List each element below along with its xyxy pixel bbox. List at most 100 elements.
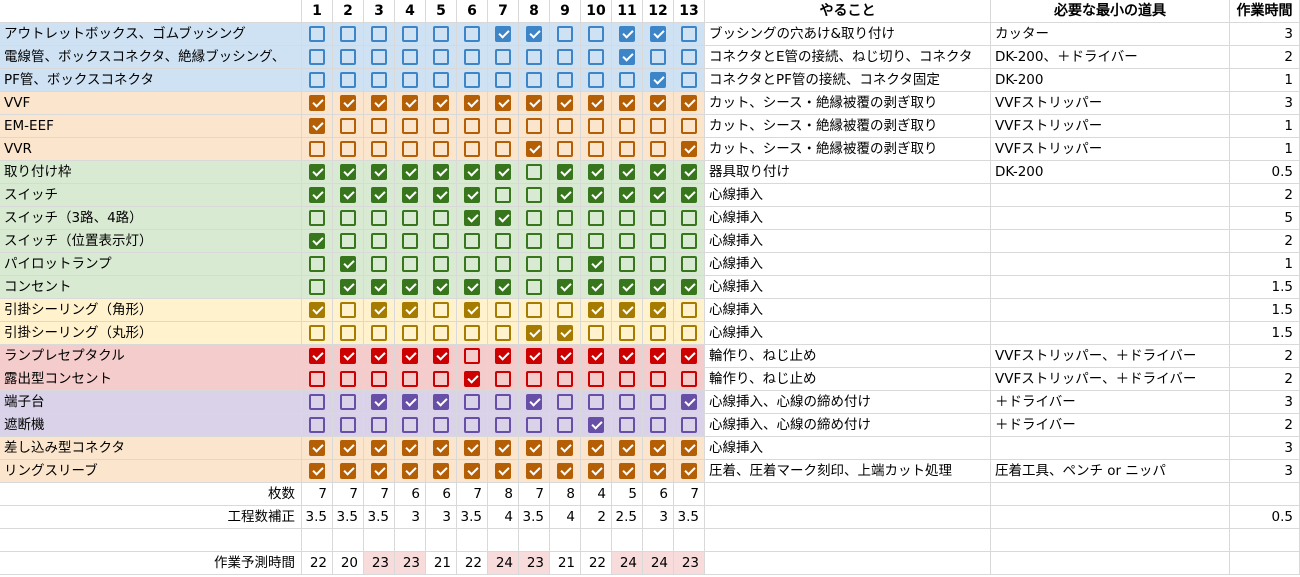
checkbox-cell[interactable] bbox=[333, 322, 364, 345]
checked-checkbox[interactable] bbox=[588, 95, 604, 111]
checkbox-cell[interactable] bbox=[488, 161, 519, 184]
unchecked-checkbox[interactable] bbox=[526, 118, 542, 134]
unchecked-checkbox[interactable] bbox=[340, 26, 356, 42]
checkbox-cell[interactable] bbox=[581, 368, 612, 391]
checkbox-cell[interactable] bbox=[457, 299, 488, 322]
checkbox-cell[interactable] bbox=[612, 391, 643, 414]
blank-row-empty[interactable] bbox=[333, 529, 364, 552]
estimate-row-value[interactable]: 22 bbox=[302, 552, 333, 575]
checkbox-cell[interactable] bbox=[426, 92, 457, 115]
checkbox-cell[interactable] bbox=[519, 184, 550, 207]
row-tool[interactable] bbox=[991, 276, 1230, 299]
proc-row-value[interactable]: 3 bbox=[395, 506, 426, 529]
estimate-row-value[interactable]: 24 bbox=[488, 552, 519, 575]
unchecked-checkbox[interactable] bbox=[340, 210, 356, 226]
checkbox-cell[interactable] bbox=[395, 230, 426, 253]
unchecked-checkbox[interactable] bbox=[433, 233, 449, 249]
checkbox-cell[interactable] bbox=[457, 368, 488, 391]
checkbox-cell[interactable] bbox=[457, 391, 488, 414]
unchecked-checkbox[interactable] bbox=[309, 210, 325, 226]
checked-checkbox[interactable] bbox=[402, 463, 418, 479]
checkbox-cell[interactable] bbox=[550, 253, 581, 276]
checked-checkbox[interactable] bbox=[464, 440, 480, 456]
proc-row-value[interactable]: 3.5 bbox=[333, 506, 364, 529]
checkbox-cell[interactable] bbox=[612, 437, 643, 460]
unchecked-checkbox[interactable] bbox=[340, 49, 356, 65]
col-header-8[interactable]: 8 bbox=[519, 0, 550, 23]
checked-checkbox[interactable] bbox=[495, 164, 511, 180]
unchecked-checkbox[interactable] bbox=[681, 26, 697, 42]
row-time[interactable]: 2 bbox=[1230, 230, 1300, 253]
row-label[interactable]: 電線管、ボックスコネクタ、絶縁ブッシング、 bbox=[0, 46, 302, 69]
checked-checkbox[interactable] bbox=[681, 164, 697, 180]
checkbox-cell[interactable] bbox=[550, 92, 581, 115]
unchecked-checkbox[interactable] bbox=[681, 325, 697, 341]
unchecked-checkbox[interactable] bbox=[650, 118, 666, 134]
checkbox-cell[interactable] bbox=[364, 460, 395, 483]
checkbox-cell[interactable] bbox=[612, 368, 643, 391]
blank-row-time[interactable] bbox=[1230, 529, 1300, 552]
checkbox-cell[interactable] bbox=[302, 460, 333, 483]
unchecked-checkbox[interactable] bbox=[371, 118, 387, 134]
checked-checkbox[interactable] bbox=[402, 348, 418, 364]
unchecked-checkbox[interactable] bbox=[526, 187, 542, 203]
checkbox-cell[interactable] bbox=[581, 138, 612, 161]
row-task[interactable]: 輪作り、ねじ止め bbox=[705, 345, 991, 368]
checkbox-cell[interactable] bbox=[612, 92, 643, 115]
unchecked-checkbox[interactable] bbox=[557, 49, 573, 65]
checked-checkbox[interactable] bbox=[681, 187, 697, 203]
unchecked-checkbox[interactable] bbox=[588, 210, 604, 226]
checkbox-cell[interactable] bbox=[302, 322, 333, 345]
unchecked-checkbox[interactable] bbox=[402, 49, 418, 65]
count-row-time[interactable] bbox=[1230, 483, 1300, 506]
checkbox-cell[interactable] bbox=[674, 345, 705, 368]
count-row-value[interactable]: 7 bbox=[519, 483, 550, 506]
checkbox-cell[interactable] bbox=[674, 115, 705, 138]
row-time[interactable]: 3 bbox=[1230, 92, 1300, 115]
row-tool[interactable]: DK-200 bbox=[991, 161, 1230, 184]
unchecked-checkbox[interactable] bbox=[340, 302, 356, 318]
row-task[interactable]: 心線挿入、心線の締め付け bbox=[705, 391, 991, 414]
count-row-value[interactable]: 6 bbox=[426, 483, 457, 506]
checkbox-cell[interactable] bbox=[395, 276, 426, 299]
checked-checkbox[interactable] bbox=[526, 463, 542, 479]
checkbox-cell[interactable] bbox=[643, 69, 674, 92]
count-row-value[interactable]: 6 bbox=[643, 483, 674, 506]
row-task[interactable]: カット、シース・絶縁被覆の剥ぎ取り bbox=[705, 138, 991, 161]
checkbox-cell[interactable] bbox=[643, 115, 674, 138]
checked-checkbox[interactable] bbox=[619, 95, 635, 111]
checked-checkbox[interactable] bbox=[402, 302, 418, 318]
checkbox-cell[interactable] bbox=[674, 460, 705, 483]
checkbox-cell[interactable] bbox=[581, 414, 612, 437]
checkbox-cell[interactable] bbox=[395, 437, 426, 460]
estimate-row-value[interactable]: 21 bbox=[426, 552, 457, 575]
unchecked-checkbox[interactable] bbox=[495, 118, 511, 134]
checked-checkbox[interactable] bbox=[309, 95, 325, 111]
estimate-row-value[interactable]: 23 bbox=[674, 552, 705, 575]
checkbox-cell[interactable] bbox=[426, 345, 457, 368]
checkbox-cell[interactable] bbox=[519, 368, 550, 391]
checked-checkbox[interactable] bbox=[526, 26, 542, 42]
unchecked-checkbox[interactable] bbox=[309, 72, 325, 88]
row-task[interactable]: 圧着、圧着マーク刻印、上端カット処理 bbox=[705, 460, 991, 483]
row-tool[interactable]: VVFストリッパー、＋ドライバー bbox=[991, 345, 1230, 368]
proc-row-value[interactable]: 4 bbox=[550, 506, 581, 529]
unchecked-checkbox[interactable] bbox=[433, 256, 449, 272]
count-row-task-empty[interactable] bbox=[705, 483, 991, 506]
row-time[interactable]: 1 bbox=[1230, 138, 1300, 161]
unchecked-checkbox[interactable] bbox=[681, 371, 697, 387]
checkbox-cell[interactable] bbox=[674, 69, 705, 92]
proc-row-tool-empty[interactable] bbox=[991, 506, 1230, 529]
row-time[interactable]: 1 bbox=[1230, 253, 1300, 276]
unchecked-checkbox[interactable] bbox=[340, 371, 356, 387]
unchecked-checkbox[interactable] bbox=[340, 394, 356, 410]
unchecked-checkbox[interactable] bbox=[588, 325, 604, 341]
row-tool[interactable]: DK-200、＋ドライバー bbox=[991, 46, 1230, 69]
checkbox-cell[interactable] bbox=[333, 115, 364, 138]
checkbox-cell[interactable] bbox=[426, 253, 457, 276]
row-time[interactable]: 2 bbox=[1230, 46, 1300, 69]
unchecked-checkbox[interactable] bbox=[495, 302, 511, 318]
checkbox-cell[interactable] bbox=[488, 207, 519, 230]
row-label[interactable]: VVR bbox=[0, 138, 302, 161]
checked-checkbox[interactable] bbox=[650, 95, 666, 111]
